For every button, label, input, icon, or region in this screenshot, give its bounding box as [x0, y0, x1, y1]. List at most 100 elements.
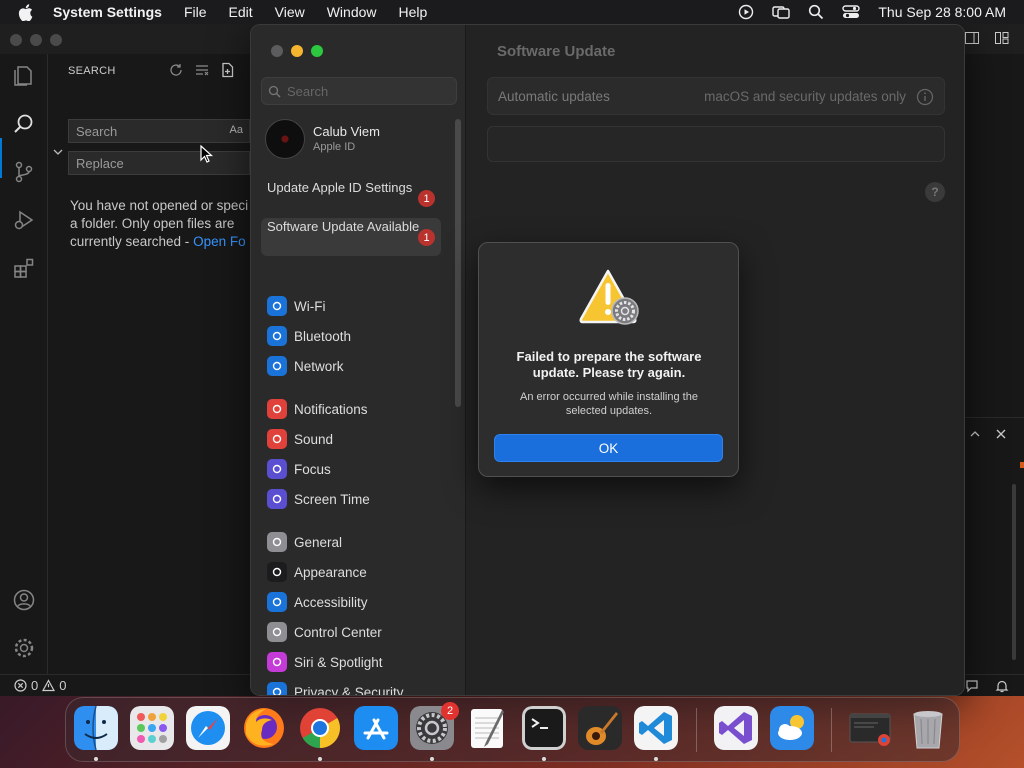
- close-window-button[interactable]: [271, 45, 283, 57]
- apple-menu-icon[interactable]: [18, 3, 40, 21]
- info-icon[interactable]: [916, 88, 934, 106]
- warning-count[interactable]: 0: [59, 678, 66, 693]
- error-alert-dialog: Failed to prepare the software update. P…: [478, 242, 739, 477]
- replace-input[interactable]: Replace: [68, 151, 250, 175]
- sidebar-item-appearance[interactable]: Appearance: [267, 561, 367, 583]
- safari-icon[interactable]: [186, 706, 230, 750]
- sidebar-item-general[interactable]: General: [267, 531, 342, 553]
- vscode-close-button[interactable]: [10, 34, 22, 46]
- trash-icon[interactable]: [906, 706, 950, 750]
- sidebar-item-label: Wi-Fi: [294, 298, 326, 314]
- clear-results-icon[interactable]: [194, 62, 210, 78]
- sidebar-item-sound[interactable]: Sound: [267, 428, 333, 450]
- sidebar-item-label: Siri & Spotlight: [294, 654, 383, 670]
- vscode-icon[interactable]: [634, 706, 678, 750]
- sidebar-item-screen-time[interactable]: Screen Time: [267, 488, 370, 510]
- menu-file[interactable]: File: [184, 4, 207, 20]
- match-case-toggle[interactable]: Aa: [230, 124, 243, 136]
- zoom-window-button[interactable]: [311, 45, 323, 57]
- bell-icon: [267, 399, 287, 419]
- menu-window[interactable]: Window: [327, 4, 377, 20]
- weather-icon[interactable]: [770, 706, 814, 750]
- notifications-bell-icon[interactable]: [995, 679, 1009, 693]
- sidebar-item-wi-fi[interactable]: Wi-Fi: [267, 295, 325, 317]
- sidebar-item-siri-spotlight[interactable]: Siri & Spotlight: [267, 651, 383, 673]
- update-apple-id-settings-item[interactable]: Update Apple ID Settings 1: [261, 179, 441, 217]
- app-store-icon[interactable]: [354, 706, 398, 750]
- chrome-window-icon[interactable]: [848, 706, 892, 750]
- sidebar-item-bluetooth[interactable]: Bluetooth: [267, 325, 351, 347]
- sidebar-item-privacy-security[interactable]: Privacy & Security: [267, 681, 404, 696]
- panel-scrollbar[interactable]: [1012, 484, 1016, 660]
- speaker-icon: [267, 429, 287, 449]
- activity-bar: 1: [0, 54, 48, 694]
- finder-icon[interactable]: [74, 706, 118, 750]
- run-debug-icon[interactable]: [12, 208, 36, 232]
- sidebar-item-label: Accessibility: [294, 594, 368, 610]
- vscode-minimize-button[interactable]: [30, 34, 42, 46]
- launchpad-icon[interactable]: [130, 706, 174, 750]
- customize-layout-icon[interactable]: [994, 30, 1010, 46]
- warning-icon[interactable]: [42, 679, 56, 692]
- terminal-icon[interactable]: [522, 706, 566, 750]
- spotlight-search-icon[interactable]: [808, 4, 824, 20]
- screen-mirroring-icon[interactable]: [772, 4, 791, 20]
- garageband-icon[interactable]: [578, 706, 622, 750]
- chevron-down-icon[interactable]: [52, 146, 64, 158]
- sidebar-item-focus[interactable]: Focus: [267, 458, 331, 480]
- menu-edit[interactable]: Edit: [229, 4, 253, 20]
- menu-bar: System Settings File Edit View Window He…: [0, 0, 1024, 24]
- sidebar-item-label: Sound: [294, 431, 334, 447]
- automatic-updates-row[interactable]: Automatic updates macOS and security upd…: [487, 77, 945, 115]
- help-button[interactable]: ?: [925, 182, 945, 202]
- search-input[interactable]: Search Aa: [68, 119, 250, 143]
- open-folder-link[interactable]: Open Fo: [193, 234, 246, 249]
- gear-icon: [267, 532, 287, 552]
- control-center-icon[interactable]: [842, 4, 861, 20]
- sidebar-title: SEARCH: [68, 65, 116, 77]
- sidebar-scrollbar[interactable]: [455, 119, 461, 407]
- search-icon[interactable]: [12, 112, 36, 136]
- ok-button[interactable]: OK: [494, 434, 723, 462]
- extensions-icon[interactable]: [12, 256, 36, 280]
- sidebar-item-label: General: [294, 534, 343, 550]
- toggle-secondary-sidebar-icon[interactable]: [964, 30, 980, 46]
- feedback-icon[interactable]: [965, 679, 979, 693]
- chrome-icon[interactable]: [298, 706, 342, 750]
- accounts-icon[interactable]: [12, 588, 36, 612]
- dock-separator: [831, 708, 832, 752]
- textedit-icon[interactable]: [466, 706, 510, 750]
- vscode-zoom-button[interactable]: [50, 34, 62, 46]
- running-indicator: [430, 757, 434, 761]
- manage-gear-icon[interactable]: [12, 636, 36, 660]
- firefox-icon[interactable]: [242, 706, 286, 750]
- sidebar-item-control-center[interactable]: Control Center: [267, 621, 382, 643]
- software-update-available-item[interactable]: Software Update Available 1: [261, 218, 441, 256]
- new-search-editor-icon[interactable]: [220, 62, 236, 78]
- sidebar-item-accessibility[interactable]: Accessibility: [267, 591, 368, 613]
- update-status-row: [487, 126, 945, 162]
- running-indicator: [542, 757, 546, 761]
- settings-search-input[interactable]: Search: [261, 77, 457, 105]
- error-icon[interactable]: [14, 679, 27, 692]
- sidebar-item-label: Privacy & Security: [294, 684, 404, 696]
- sidebar-item-label: Appearance: [294, 564, 367, 580]
- refresh-icon[interactable]: [168, 62, 184, 78]
- apple-id-profile[interactable]: Calub Viem Apple ID: [265, 119, 455, 161]
- explorer-icon[interactable]: [12, 64, 36, 88]
- running-indicator: [654, 757, 658, 761]
- error-count[interactable]: 0: [31, 678, 38, 693]
- chevron-up-icon[interactable]: [969, 428, 981, 440]
- sidebar-item-network[interactable]: Network: [267, 355, 344, 377]
- menu-app-name[interactable]: System Settings: [53, 4, 162, 20]
- sidebar-item-notifications[interactable]: Notifications: [267, 398, 368, 420]
- replace-input-placeholder: Replace: [76, 156, 124, 171]
- menu-clock[interactable]: Thu Sep 28 8:00 AM: [878, 4, 1006, 20]
- close-panel-icon[interactable]: [995, 428, 1007, 440]
- visual-studio-icon[interactable]: [714, 706, 758, 750]
- menu-view[interactable]: View: [275, 4, 305, 20]
- source-control-icon[interactable]: [12, 160, 36, 184]
- screen-recording-icon[interactable]: [738, 4, 754, 20]
- minimize-window-button[interactable]: [291, 45, 303, 57]
- menu-help[interactable]: Help: [399, 4, 428, 20]
